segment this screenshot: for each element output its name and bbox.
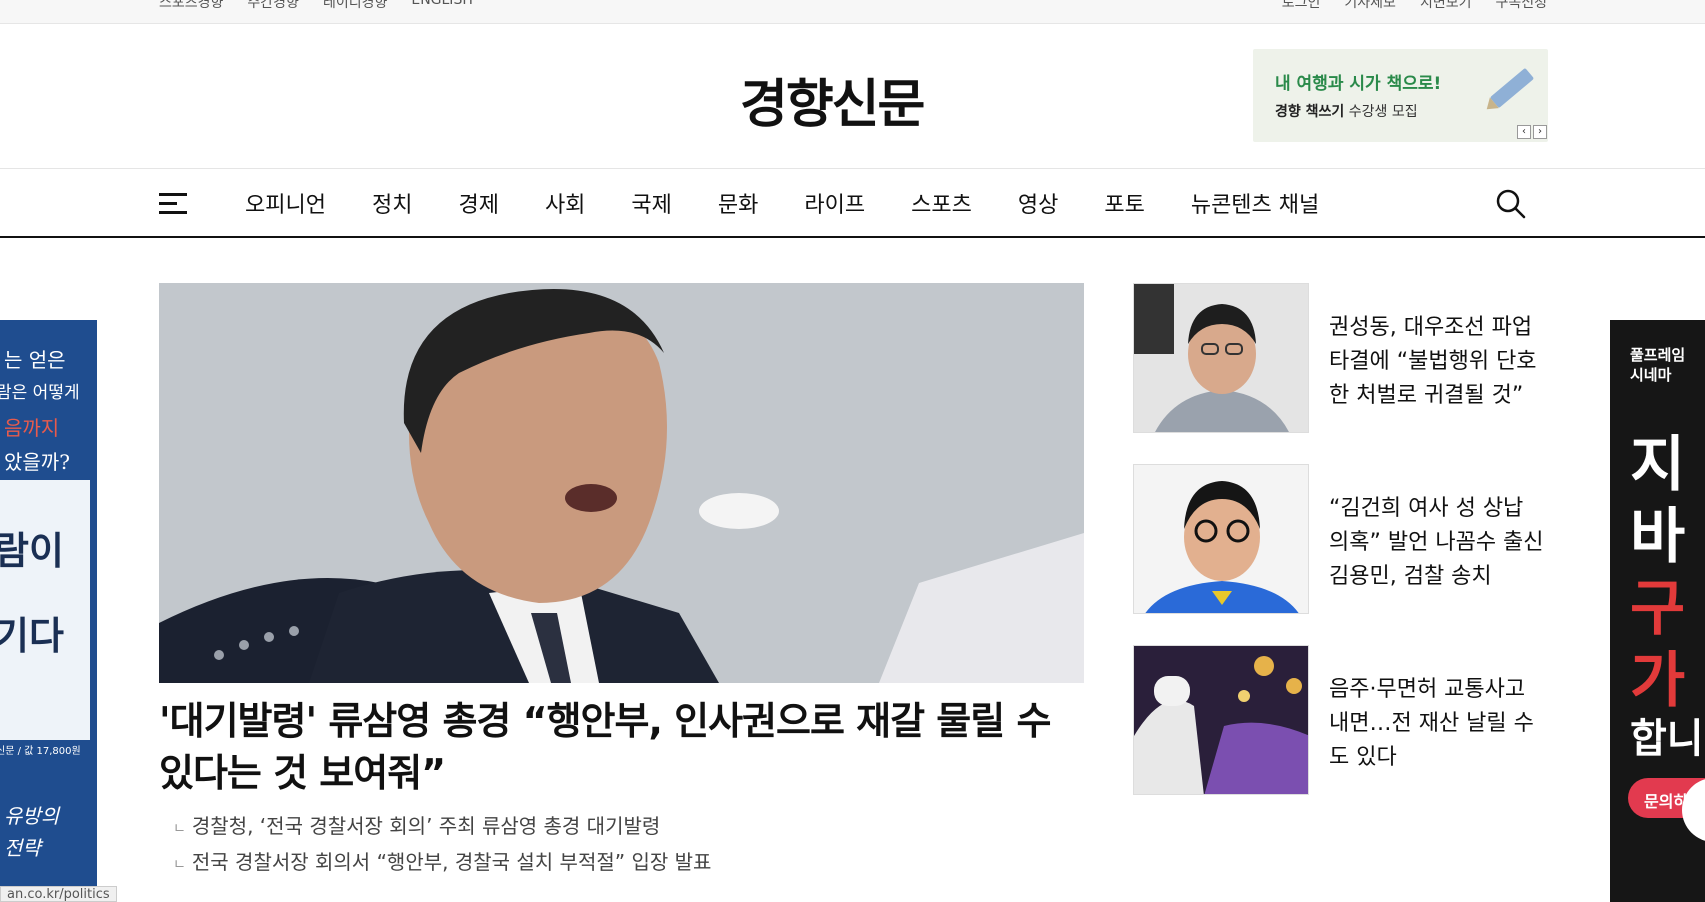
hero-headline[interactable]: '대기발령' 류삼영 총경 “행안부, 인사권으로 재갈 물릴 수 있다는 것 … — [159, 695, 1084, 799]
nav-item-video[interactable]: 영상 — [1018, 187, 1058, 219]
right-side-ad[interactable]: 풀프레임 시네마 지 바 구 가 합니 문의하 — [1610, 320, 1705, 902]
ad-left-text-4: 았을까? — [4, 450, 70, 474]
nav-item-culture[interactable]: 문화 — [718, 187, 758, 219]
ad-left-book-title-1: 람이 — [0, 528, 64, 573]
link-lady-kyunghyang[interactable]: 레이디경향 — [323, 0, 387, 12]
link-english[interactable]: ENGLISH — [411, 0, 473, 12]
hero-photo-illustration — [159, 283, 1084, 683]
side-news-title[interactable]: 음주·무면허 교통사고 내면…전 재산 날릴 수도 있다 — [1329, 673, 1549, 775]
pencil-icon — [1489, 67, 1535, 109]
main-nav: 오피니언 정치 경제 사회 국제 문화 라이프 스포츠 영상 포토 뉴콘텐츠 채… — [0, 168, 1705, 238]
user-links: 로그인 기사제보 지면보기 구독신청 — [1282, 0, 1547, 12]
banner-next-button[interactable]: › — [1533, 125, 1547, 139]
nav-item-politics[interactable]: 정치 — [372, 187, 412, 219]
link-weekly-kyunghyang[interactable]: 주간경향 — [247, 0, 299, 12]
hamburger-menu-icon[interactable] — [159, 191, 187, 215]
banner-line-1: 내 여행과 시가 책으로! — [1275, 74, 1442, 94]
nav-item-opinion[interactable]: 오피니언 — [245, 187, 326, 219]
ad-left-book-title-2: 기다 — [0, 613, 64, 658]
ad-right-top-1: 풀프레임 — [1630, 346, 1686, 364]
side-news-thumb — [1133, 645, 1309, 795]
ad-left-text-1: 는 얻은 — [4, 348, 66, 372]
side-news-item[interactable]: 권성동, 대우조선 파업 타결에 “불법행위 단호한 처벌로 귀결될 것” — [1133, 283, 1549, 435]
nav-item-new-content[interactable]: 뉴콘텐츠 채널 — [1191, 187, 1319, 219]
related-article-2[interactable]: 전국 경찰서장 회의서 “행안부, 경찰국 설치 부적절” 입장 발표 — [173, 846, 712, 875]
subscribe-link[interactable]: 구독신청 — [1495, 0, 1547, 12]
banner-prev-button[interactable]: ‹ — [1517, 125, 1531, 139]
side-news-thumb — [1133, 283, 1309, 433]
side-news-thumb — [1133, 464, 1309, 614]
search-icon[interactable] — [1496, 189, 1526, 219]
nav-item-society[interactable]: 사회 — [545, 187, 585, 219]
header-banner-ad[interactable]: 내 여행과 시가 책으로! 경향 책쓰기 수강생 모집 — [1253, 49, 1548, 142]
nav-item-economy[interactable]: 경제 — [458, 187, 498, 219]
nav-item-photo[interactable]: 포토 — [1104, 187, 1144, 219]
ad-left-tail-1: 유방의 — [4, 804, 60, 828]
report-link[interactable]: 기사제보 — [1344, 0, 1396, 12]
family-site-links: 스포츠경향 주간경향 레이디경향 ENGLISH — [159, 0, 473, 12]
ad-left-tail-2: 전략 — [4, 836, 41, 860]
banner-line-2: 경향 책쓰기 수강생 모집 — [1275, 104, 1418, 120]
paper-view-link[interactable]: 지면보기 — [1420, 0, 1472, 12]
banner-nav: ‹ › — [1517, 125, 1547, 139]
nav-item-sports[interactable]: 스포츠 — [911, 187, 972, 219]
login-link[interactable]: 로그인 — [1282, 0, 1321, 12]
nav-item-world[interactable]: 국제 — [631, 187, 671, 219]
nav-item-life[interactable]: 라이프 — [804, 187, 865, 219]
top-utility-bar: 스포츠경향 주간경향 레이디경향 ENGLISH 로그인 기사제보 지면보기 구… — [0, 0, 1705, 24]
side-news-title[interactable]: “김건희 여사 성 상납 의혹” 발언 나꼼수 출신 김용민, 검찰 송치 — [1329, 492, 1549, 594]
ad-left-price: 신문 / 값 17,800원 — [0, 746, 81, 757]
nav-menu: 오피니언 정치 경제 사회 국제 문화 라이프 스포츠 영상 포토 뉴콘텐츠 채… — [245, 187, 1319, 219]
ad-right-top-2: 시네마 — [1630, 366, 1672, 384]
link-sports-kyunghyang[interactable]: 스포츠경향 — [159, 0, 223, 12]
ad-right-big-5: 합니 — [1630, 716, 1704, 762]
ad-left-text-3: 음까지 — [4, 416, 60, 440]
site-logo[interactable]: 경향신문 — [740, 62, 925, 137]
side-news-title[interactable]: 권성동, 대우조선 파업 타결에 “불법행위 단호한 처벌로 귀결될 것” — [1329, 311, 1549, 413]
ad-left-text-2: 람은 어떻게 — [0, 383, 80, 403]
side-news-item[interactable]: “김건희 여사 성 상납 의혹” 발언 나꼼수 출신 김용민, 검찰 송치 — [1133, 464, 1549, 616]
left-side-ad[interactable]: 는 얻은 람은 어떻게 음까지 았을까? 람이 기다 신문 / 값 17,800… — [0, 320, 97, 902]
hero-article-image[interactable] — [159, 283, 1084, 683]
status-bar-url: an.co.kr/politics — [0, 886, 117, 902]
side-news-item[interactable]: 음주·무면허 교통사고 내면…전 재산 날릴 수도 있다 — [1133, 645, 1549, 797]
related-article-1[interactable]: 경찰청, ‘전국 경찰서장 회의’ 주최 류삼영 총경 대기발령 — [173, 810, 660, 839]
